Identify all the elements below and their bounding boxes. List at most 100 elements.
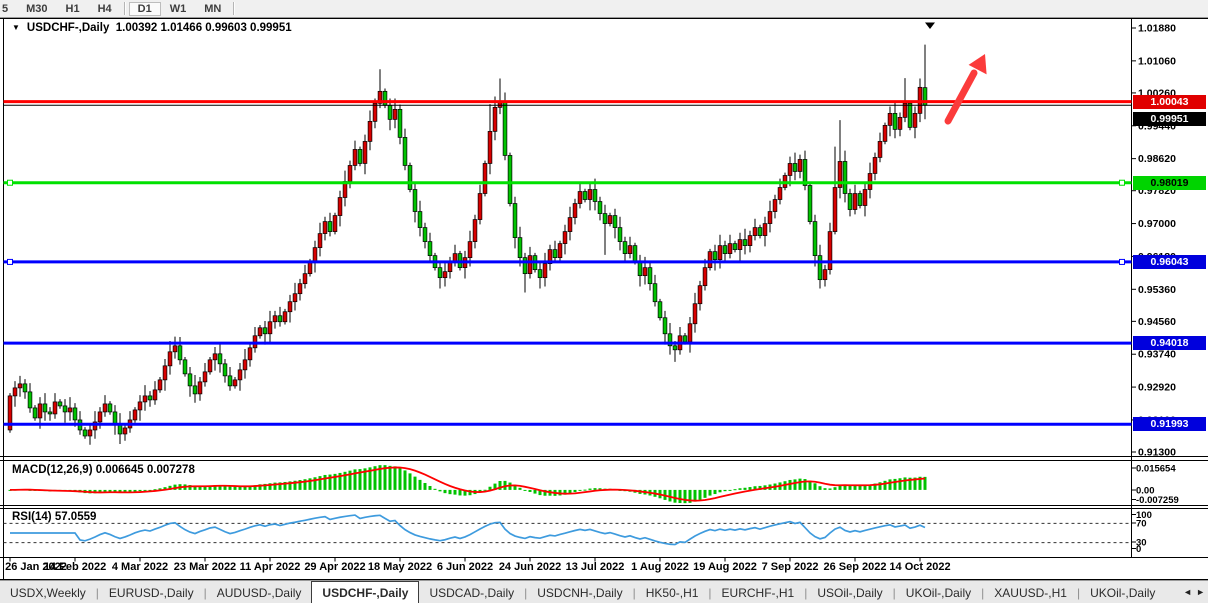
candle-body	[738, 240, 742, 250]
rsi-layer	[4, 515, 1132, 544]
macd-bar	[729, 490, 732, 491]
macd-bar	[574, 490, 577, 492]
tab-ukoil-daily[interactable]: UKOil-,Daily	[1080, 581, 1165, 603]
timeframe-button-h4[interactable]: H4	[89, 2, 121, 16]
macd-bar	[429, 486, 432, 490]
date-label: 23 Mar 2022	[174, 561, 236, 573]
candle-body	[723, 246, 727, 254]
tab-usdx-weekly[interactable]: USDX,Weekly	[0, 581, 96, 603]
line-handle[interactable]	[1120, 259, 1125, 264]
toolbar-separator	[233, 2, 235, 15]
candle-body	[383, 91, 387, 105]
candle-body	[568, 218, 572, 232]
candle-body	[163, 366, 167, 380]
candle-body	[148, 396, 152, 400]
tab-usdchf-daily[interactable]: USDCHF-,Daily	[311, 581, 419, 603]
timeframe-button-w1[interactable]: W1	[161, 2, 196, 16]
chart-canvas[interactable]: 1.018801.010601.002600.994400.986200.978…	[0, 17, 1208, 580]
timeframe-button-h1[interactable]: H1	[57, 2, 89, 16]
tab-ukoil-daily[interactable]: UKOil-,Daily	[896, 581, 981, 603]
candle-body	[138, 402, 142, 410]
candle-body	[713, 252, 717, 260]
price-badge-1.00043: 1.00043	[1133, 95, 1206, 109]
candle-body	[273, 316, 277, 322]
candle-body	[578, 192, 582, 204]
tab-usdcnh-daily[interactable]: USDCNH-,Daily	[527, 581, 632, 603]
candle-body	[823, 270, 827, 280]
macd-bar	[399, 468, 402, 490]
tab-scroll-right-icon[interactable]: ►	[1196, 587, 1205, 597]
candle-body	[28, 392, 32, 408]
macd-bar	[734, 489, 737, 490]
candle-body	[503, 101, 507, 155]
hline-0.96043[interactable]	[4, 259, 1132, 264]
macd-bar	[819, 486, 822, 490]
candle-body	[523, 258, 527, 274]
tab-usoil-daily[interactable]: USOil-,Daily	[807, 581, 892, 603]
tab-eurusd-daily[interactable]: EURUSD-,Daily	[99, 581, 204, 603]
candle-body	[758, 228, 762, 236]
tab-usdcad-daily[interactable]: USDCAD-,Daily	[419, 581, 524, 603]
candle-body	[68, 408, 72, 412]
candle-body	[688, 324, 692, 342]
candle-body	[893, 113, 897, 129]
tab-hk50-h1[interactable]: HK50-,H1	[636, 581, 709, 603]
candle-body	[873, 157, 877, 173]
tab-xauusd-h1[interactable]: XAUUSD-,H1	[984, 581, 1077, 603]
macd-bar	[899, 478, 902, 490]
macd-bar	[419, 480, 422, 490]
chevron-down-icon[interactable]: ▼	[12, 23, 20, 32]
timeframe-button-m30[interactable]: M30	[17, 2, 56, 16]
macd-bar	[894, 479, 897, 490]
chart-tab-bar: USDX,Weekly|EURUSD-,Daily|AUDUSD-,DailyU…	[0, 580, 1208, 603]
candle-body	[558, 244, 562, 258]
tab-scroll-left-icon[interactable]: ◄	[1183, 587, 1192, 597]
tab-audusd-daily[interactable]: AUDUSD-,Daily	[207, 581, 312, 603]
candle-body	[488, 131, 492, 163]
macd-bar	[799, 479, 802, 490]
macd-bar	[589, 489, 592, 490]
candle-body	[733, 244, 737, 250]
date-label: 19 Aug 2022	[693, 561, 757, 573]
candle-body	[708, 252, 712, 268]
price-axis-label: 0.92920	[1138, 382, 1176, 394]
candle-body	[653, 284, 657, 302]
macd-bar	[449, 490, 452, 494]
rsi-axis-label: 0	[1136, 544, 1141, 555]
candle-body	[623, 242, 627, 254]
macd-bar	[234, 487, 237, 490]
candle-body	[333, 216, 337, 232]
up-trend-arrow-annotation[interactable]	[948, 54, 987, 121]
candle-body	[303, 274, 307, 284]
candle-body	[108, 404, 112, 412]
candle-body	[638, 262, 642, 276]
timeframe-button-d1[interactable]: D1	[129, 2, 161, 16]
price-axis-label: 1.01880	[1138, 23, 1176, 35]
hline-0.98019[interactable]	[4, 180, 1132, 185]
macd-bar	[319, 476, 322, 490]
timeframe-button-5[interactable]: 5	[0, 2, 17, 16]
rsi-line	[10, 515, 925, 544]
candle-body	[213, 354, 217, 360]
candle-body	[323, 222, 327, 234]
macd-bar	[904, 477, 907, 489]
tab-eurchf-h1[interactable]: EURCHF-,H1	[712, 581, 805, 603]
candle-body	[223, 364, 227, 376]
candle-body	[243, 360, 247, 370]
line-handle[interactable]	[1120, 180, 1125, 185]
timeframe-button-mn[interactable]: MN	[195, 2, 230, 16]
candle-body	[478, 194, 482, 220]
macd-bar	[404, 470, 407, 489]
line-handle[interactable]	[8, 259, 13, 264]
rsi-indicator-label: RSI(14) 57.0559	[12, 511, 96, 523]
line-handle[interactable]	[8, 180, 13, 185]
candle-body	[818, 256, 822, 280]
candles-layer	[8, 45, 927, 445]
candle-body	[883, 125, 887, 141]
candle-body	[203, 372, 207, 382]
candle-body	[103, 404, 107, 412]
macd-bar	[714, 490, 717, 494]
candle-body	[23, 384, 27, 392]
candle-body	[763, 224, 767, 236]
candle-body	[848, 194, 852, 210]
